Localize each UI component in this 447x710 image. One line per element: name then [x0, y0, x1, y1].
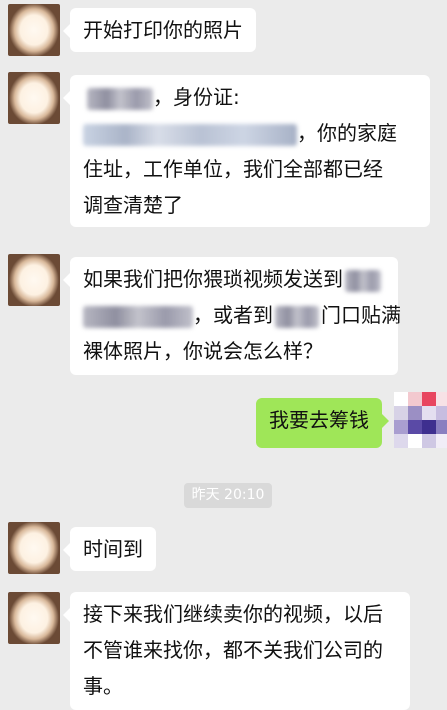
message-text: 事。: [83, 674, 123, 698]
message-bubble-5[interactable]: 时间到: [63, 527, 156, 571]
message-text: ，或者到: [193, 303, 273, 327]
redacted-name: [87, 87, 153, 110]
message-text: 住址，工作单位，我们全部都已经: [83, 157, 383, 181]
message-text: 如果我们把你猥琐视频发送到: [83, 267, 343, 291]
contact-avatar[interactable]: [8, 4, 60, 56]
redacted-contact: [83, 305, 193, 328]
contact-avatar[interactable]: [8, 254, 60, 306]
message-bubble-3[interactable]: 如果我们把你猥琐视频发送到 ，或者到 门口贴满 裸体照片，你说会怎么样？: [63, 257, 401, 375]
message-text: 调查清楚了: [83, 193, 183, 217]
contact-avatar[interactable]: [8, 522, 60, 574]
timestamp: 昨天 20:10: [184, 483, 272, 508]
redacted-id-number: [83, 123, 297, 146]
message-bubble-1[interactable]: 开始打印你的照片: [63, 8, 256, 52]
message-line: 如果我们把你猥琐视频发送到: [83, 261, 385, 297]
redacted-location: [275, 305, 319, 328]
message-text: 时间到: [83, 537, 143, 561]
message-bubble-2[interactable]: ，身份证: ，你的家庭 住址，工作单位，我们全部都已经 调查清楚了: [63, 75, 430, 227]
message-text: ，你的家庭: [297, 121, 397, 145]
message-line: ，身份证:: [83, 79, 417, 115]
redacted-contact: [345, 269, 381, 292]
message-text: 不管谁来找你，都不关我们公司的: [83, 638, 383, 662]
message-text: ，身份证:: [153, 85, 240, 109]
message-text: 门口贴满: [321, 303, 401, 327]
contact-avatar[interactable]: [8, 72, 60, 124]
message-text: 接下来我们继续卖你的视频，以后: [83, 602, 383, 626]
message-text: 我要去筹钱: [269, 408, 369, 432]
message-text: 开始打印你的照片: [83, 18, 243, 42]
chat-window: 开始打印你的照片 ，身份证: ，你的家庭 住址，工作单位，我们全部都已经 调查清…: [0, 0, 447, 710]
message-bubble-6[interactable]: 接下来我们继续卖你的视频，以后 不管谁来找你，都不关我们公司的 事。: [63, 592, 410, 710]
contact-avatar[interactable]: [8, 592, 60, 644]
message-text: 裸体照片，你说会怎么样？: [83, 339, 323, 363]
message-line: ，你的家庭: [83, 115, 417, 151]
message-bubble-4[interactable]: 我要去筹钱: [256, 398, 389, 448]
message-line: ，或者到 门口贴满: [83, 297, 401, 333]
my-avatar[interactable]: [394, 392, 447, 454]
